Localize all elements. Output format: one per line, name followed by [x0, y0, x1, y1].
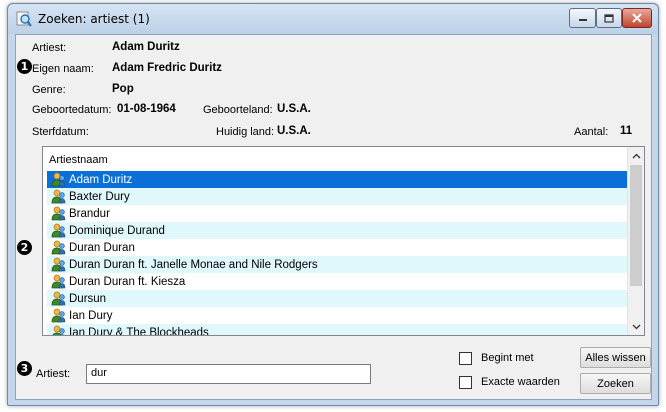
list-item[interactable]: Duran Duran ft. Janelle Monae and Nile R…	[47, 256, 632, 273]
aantal-label: Aantal:	[574, 126, 609, 138]
artist-name: Dursun	[69, 292, 107, 305]
artist-name: Ian Dury	[69, 309, 113, 322]
person-icon	[51, 257, 66, 272]
list-item[interactable]: Duran Duran ft. Kiesza	[47, 273, 632, 290]
list-item[interactable]: Dursun	[47, 290, 632, 307]
column-header-artiestnaam[interactable]: Artiestnaam	[49, 154, 108, 166]
exacte-waarden-label[interactable]: Exacte waarden	[481, 376, 560, 388]
artist-name: Duran Duran ft. Janelle Monae and Nile R…	[69, 258, 318, 271]
artist-listbox[interactable]: Artiestnaam Adam Duritz Baxter Dury Brandu…	[42, 146, 645, 336]
geboortedatum-label: Geboortedatum:	[32, 104, 112, 116]
zoeken-button[interactable]: Zoeken	[580, 373, 651, 394]
close-button[interactable]	[622, 8, 652, 28]
chevron-up-icon	[632, 153, 640, 158]
window-client: Artiest: Adam Duritz Eigen naam: Adam Fr…	[15, 34, 652, 400]
scroll-thumb[interactable]	[630, 165, 642, 286]
callout-marker-3: 3	[17, 361, 32, 376]
artist-name: Adam Duritz	[69, 173, 133, 186]
maximize-icon	[604, 13, 614, 23]
huidig-land-value: U.S.A.	[277, 125, 311, 137]
aantal-value: 11	[620, 125, 633, 137]
minimize-icon	[578, 19, 587, 21]
list-item[interactable]: Baxter Dury	[47, 188, 632, 205]
list-item[interactable]: Ian Dury	[47, 307, 632, 324]
person-icon	[51, 274, 66, 289]
genre-label: Genre:	[32, 84, 66, 96]
artiest-label: Artiest:	[32, 42, 67, 54]
artist-name: Brandur	[69, 207, 110, 220]
exacte-waarden-checkbox[interactable]	[459, 376, 472, 389]
eigen-naam-value: Adam Fredric Duritz	[112, 62, 222, 74]
genre-value: Pop	[112, 83, 134, 95]
search-artiest-label: Artiest:	[36, 368, 71, 380]
list-item[interactable]: Dominique Durand	[47, 222, 632, 239]
close-icon	[632, 13, 642, 23]
artist-name: Duran Duran	[69, 241, 135, 254]
list-item[interactable]: Adam Duritz	[47, 171, 632, 188]
scroll-down-button[interactable]	[628, 318, 644, 335]
person-icon	[51, 189, 66, 204]
artist-name: Duran Duran ft. Kiesza	[69, 275, 186, 288]
list-scrollbar[interactable]	[627, 147, 644, 335]
scroll-up-button[interactable]	[628, 147, 644, 164]
artist-name: Ian Dury & The Blockheads	[69, 326, 209, 336]
person-icon	[51, 240, 66, 255]
search-window: Zoeken: artiest (1) Artiest: Adam Duritz…	[7, 3, 659, 406]
eigen-naam-label: Eigen naam:	[32, 63, 94, 75]
alles-wissen-button[interactable]: Alles wissen	[580, 347, 651, 368]
geboorteland-value: U.S.A.	[277, 103, 311, 115]
artist-name: Dominique Durand	[69, 224, 165, 237]
callout-marker-2: 2	[17, 240, 32, 255]
person-icon	[51, 308, 66, 323]
magnifier-app-icon	[16, 11, 32, 27]
list-item[interactable]: Duran Duran	[47, 239, 632, 256]
geboorteland-label: Geboorteland:	[203, 104, 273, 116]
person-icon	[51, 291, 66, 306]
begint-met-label[interactable]: Begint met	[481, 352, 534, 364]
maximize-button[interactable]	[596, 8, 622, 28]
huidig-land-label: Huidig land:	[216, 126, 275, 138]
person-icon	[52, 325, 65, 335]
artiest-value: Adam Duritz	[112, 41, 180, 53]
artist-list: Adam Duritz Baxter Dury Brandur Dominique D…	[47, 171, 632, 335]
person-icon	[51, 223, 66, 238]
person-icon	[51, 206, 66, 221]
sterfdatum-label: Sterfdatum:	[32, 126, 89, 138]
artiest-search-input[interactable]: dur	[86, 364, 371, 384]
callout-marker-1: 1	[17, 59, 32, 74]
title-bar: Zoeken: artiest (1)	[8, 4, 658, 34]
list-item[interactable]: Brandur	[47, 205, 632, 222]
chevron-down-icon	[632, 324, 640, 329]
window-title: Zoeken: artiest (1)	[38, 12, 150, 26]
geboortedatum-value: 01-08-1964	[117, 103, 176, 115]
artist-name: Baxter Dury	[69, 190, 130, 203]
minimize-button[interactable]	[569, 8, 596, 28]
person-icon	[51, 172, 66, 187]
list-item[interactable]: Ian Dury & The Blockheads	[47, 324, 632, 335]
begint-met-checkbox[interactable]	[459, 352, 472, 365]
